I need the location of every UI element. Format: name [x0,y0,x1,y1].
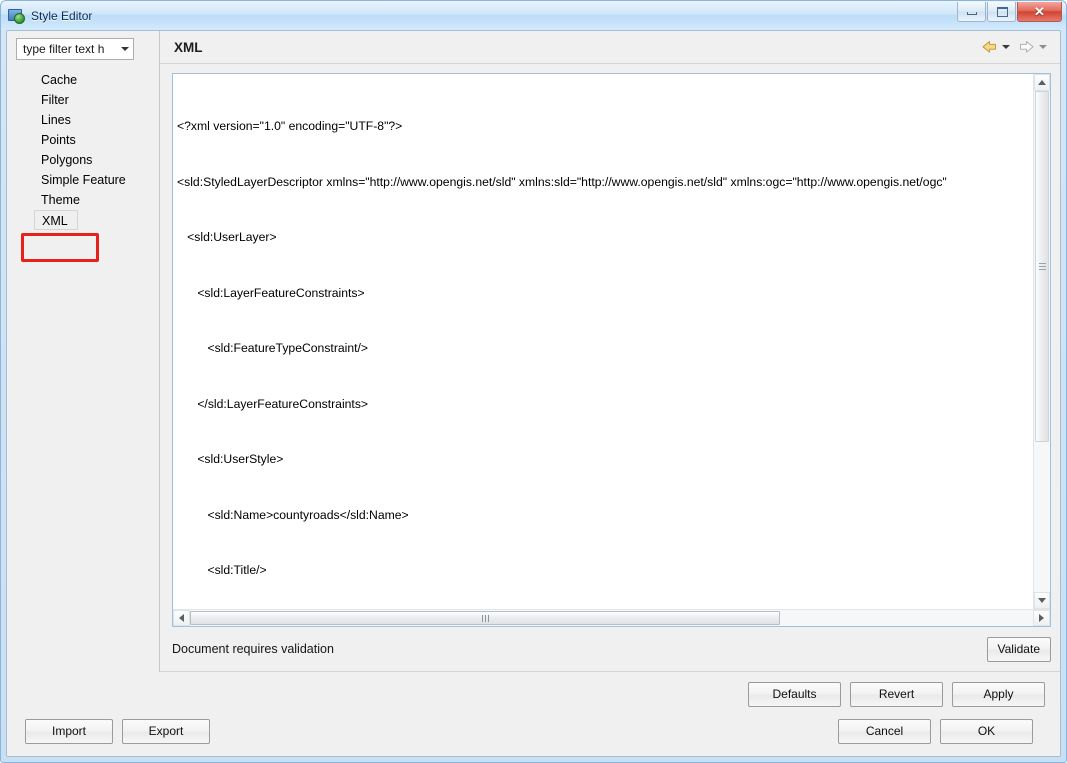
code-line: <sld:FeatureTypeConstraint/> [177,341,369,355]
code-line: <sld:StyledLayerDescriptor xmlns="http:/… [177,174,947,189]
vertical-scroll-thumb[interactable] [1035,91,1049,442]
footer-right-buttons: Cancel OK [838,719,1033,744]
sidebar-item-xml[interactable]: XML [34,210,78,230]
footer-left-buttons: Import Export [25,719,210,744]
window-controls: ✕ [956,2,1062,22]
sidebar-item-polygons[interactable]: Polygons [7,150,159,170]
footer-action-row: Defaults Revert Apply [7,682,1048,707]
chevron-down-icon [121,47,129,51]
code-line: <sld:UserStyle> [177,452,284,466]
horizontal-scrollbar[interactable] [173,609,1050,626]
defaults-button[interactable]: Defaults [748,682,841,707]
close-button[interactable]: ✕ [1017,2,1062,22]
dialog-body: type filter text h Cache Filter Lines Po… [7,31,1060,672]
apply-button[interactable]: Apply [952,682,1045,707]
filter-combo[interactable]: type filter text h [16,38,134,60]
editor-row: <?xml version="1.0" encoding="UTF-8"?> <… [173,74,1050,609]
maximize-icon [997,7,1008,17]
code-line: <sld:LayerFeatureConstraints> [177,285,365,300]
window-title: Style Editor [31,8,93,23]
maximize-button[interactable] [987,2,1016,22]
section-header: XML [160,31,1060,64]
code-line: <?xml version="1.0" encoding="UTF-8"?> [177,119,403,133]
horizontal-scroll-track[interactable] [190,610,1033,626]
horizontal-scroll-thumb[interactable] [190,611,781,625]
navigation-toolbar [980,38,1052,56]
scroll-up-icon[interactable] [1034,74,1050,91]
code-line: <sld:Title/> [177,563,267,577]
back-menu-chevron-down-icon[interactable] [1002,45,1010,49]
scroll-left-icon[interactable] [173,610,190,626]
validation-bar: Document requires validation Validate [160,627,1060,672]
dialog-footer: Defaults Revert Apply Import Export Canc… [7,672,1060,756]
minimize-icon [967,12,977,15]
sidebar-item-theme[interactable]: Theme [7,190,159,210]
code-line: </sld:LayerFeatureConstraints> [177,396,369,411]
xml-editor[interactable]: <?xml version="1.0" encoding="UTF-8"?> <… [172,73,1051,627]
scroll-down-icon[interactable] [1034,592,1050,609]
xml-code-text[interactable]: <?xml version="1.0" encoding="UTF-8"?> <… [173,74,1033,609]
style-editor-window: Style Editor ✕ type filter text h Cache … [0,0,1067,763]
dialog-client-area: type filter text h Cache Filter Lines Po… [6,30,1061,757]
cancel-button[interactable]: Cancel [838,719,931,744]
sidebar-item-lines[interactable]: Lines [7,110,159,130]
back-arrow-icon[interactable] [980,38,999,56]
vertical-scrollbar[interactable] [1033,74,1050,609]
code-line: <sld:Name>countyroads</sld:Name> [177,507,409,522]
sidebar-item-filter[interactable]: Filter [7,90,159,110]
grip-icon [481,614,490,622]
import-button[interactable]: Import [25,719,113,744]
style-editor-app-icon [8,7,25,24]
export-button[interactable]: Export [122,719,210,744]
sidebar-item-cache[interactable]: Cache [7,70,159,90]
sidebar: type filter text h Cache Filter Lines Po… [7,31,160,672]
vertical-scroll-track[interactable] [1034,91,1050,592]
sidebar-item-simple-feature[interactable]: Simple Feature [7,170,159,190]
validate-button[interactable]: Validate [986,636,1051,662]
main-panel: XML <?xml version="1.0" encoding="UTF-8"… [160,31,1060,672]
sidebar-item-points[interactable]: Points [7,130,159,150]
filter-input[interactable]: type filter text h [23,42,118,56]
footer-main-row: Import Export Cancel OK [7,707,1048,756]
annotation-highlight-box [21,233,99,262]
title-bar[interactable]: Style Editor ✕ [1,1,1066,30]
ok-button[interactable]: OK [940,719,1033,744]
scroll-right-icon[interactable] [1033,610,1050,626]
forward-menu-chevron-down-icon [1039,45,1047,49]
minimize-button[interactable] [957,2,986,22]
close-icon: ✕ [1034,4,1045,19]
forward-arrow-icon [1017,38,1036,56]
code-line: <sld:UserLayer> [177,230,277,244]
validation-status: Document requires validation [172,642,334,656]
grip-icon [1038,261,1046,272]
settings-tree: Cache Filter Lines Points Polygons Simpl… [7,70,159,230]
revert-button[interactable]: Revert [850,682,943,707]
page-title: XML [174,39,203,55]
